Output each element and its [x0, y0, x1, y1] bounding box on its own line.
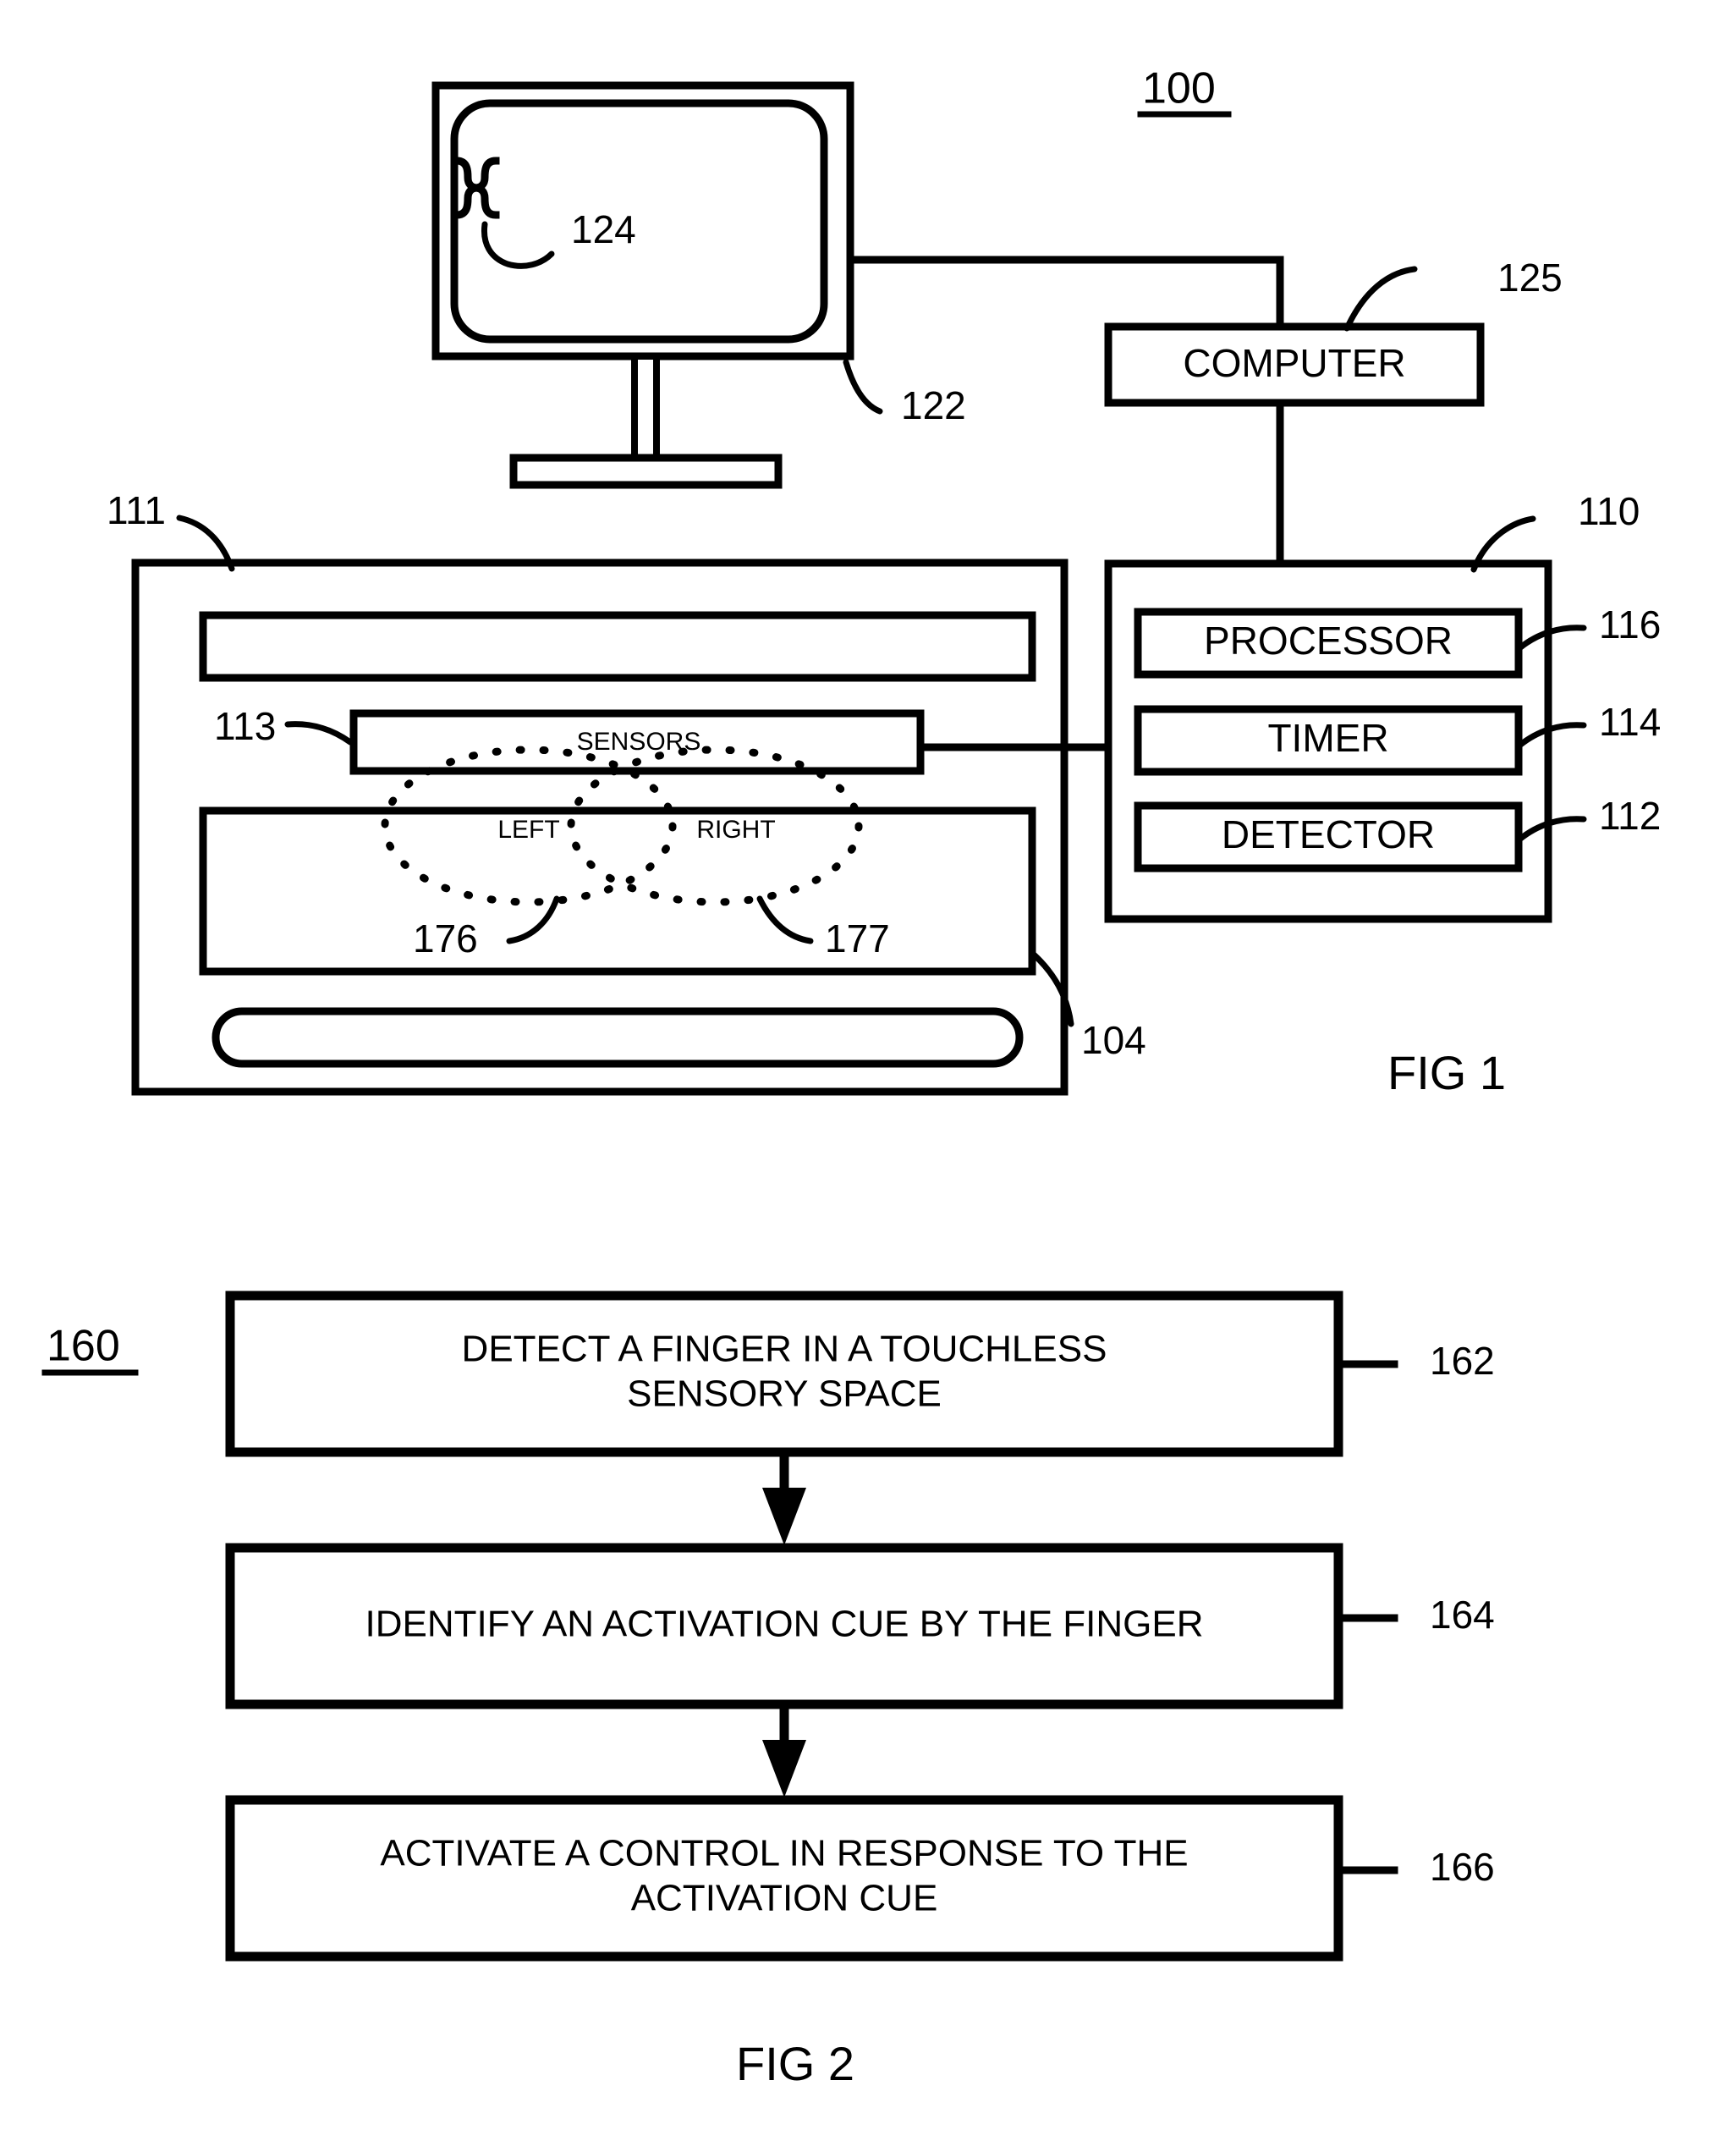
computer-ref-leader [1343, 266, 1418, 332]
flow-step-166: ACTIVATE A CONTROL IN RESPONSE TO THE AC… [225, 1795, 1495, 1962]
sensors-ref-number: 113 [214, 704, 276, 748]
timer-ref-number: 114 [1599, 700, 1661, 744]
detector-label: DETECTOR [1222, 812, 1435, 856]
figures-canvas: 100 124 122 COMPUTER 125 110 PROCESSOR 1… [41, 64, 1661, 2090]
monitor-ref-number: 122 [901, 383, 966, 427]
device-keypad-box [199, 806, 1036, 976]
processor-ref-number: 116 [1599, 603, 1661, 647]
monitor-screen [450, 99, 828, 344]
figure-2-ref-number: 160 [47, 1322, 120, 1371]
patent-figure-sheet: 100 124 122 COMPUTER 125 110 PROCESSOR 1… [0, 0, 1736, 2130]
device-ref-number: 111 [107, 488, 166, 532]
flow-162-ref-number: 162 [1430, 1339, 1495, 1383]
figure-1-title-ref: 100 [1137, 64, 1232, 118]
figure-1-ref-number: 100 [1142, 64, 1216, 113]
flow-box-detect-line-2: SENSORY SPACE [627, 1373, 942, 1415]
flow-box-activate-line-1: ACTIVATE A CONTROL IN RESPONSE TO THE [380, 1833, 1188, 1874]
controller-box-group: 110 PROCESSOR 116 TIMER 114 DETECTOR 112 [1104, 489, 1661, 923]
processor-label: PROCESSOR [1204, 619, 1453, 663]
timer-label: TIMER [1267, 716, 1388, 760]
controller-ref-number: 110 [1578, 489, 1640, 533]
flow-box-activate-line-2: ACTIVATION CUE [631, 1878, 938, 1919]
detector-ref-number: 112 [1599, 794, 1661, 838]
figure-1-label: FIG 1 [1387, 1046, 1506, 1099]
monitor-ref-leader [843, 359, 883, 415]
display-monitor: 124 122 [431, 81, 966, 489]
figure-1-group: 100 124 122 COMPUTER 125 110 PROCESSOR 1… [107, 64, 1661, 1099]
monitor-neck [631, 353, 660, 461]
figure-2-label: FIG 2 [736, 2037, 854, 2090]
computer-ref-number: 125 [1497, 256, 1563, 300]
right-zone-label: RIGHT [696, 816, 775, 844]
left-zone-label: LEFT [497, 816, 559, 844]
flow-step-164: IDENTIFY AN ACTIVATION CUE BY THE FINGER… [225, 1543, 1495, 1709]
device-body-group: 111 SENSORS 113 104 LEFT 176 RIGHT 177 [107, 488, 1146, 1096]
computer-box-group: COMPUTER 125 [1104, 256, 1563, 407]
monitor-base [509, 454, 783, 489]
flow-arrow-1 [762, 1447, 806, 1545]
cursor-ref-number: 124 [571, 207, 636, 251]
figure-2-title-ref: 160 [41, 1322, 139, 1376]
keypad-ref-number: 104 [1081, 1018, 1146, 1062]
computer-box-label: COMPUTER [1183, 341, 1405, 385]
device-display-strip [199, 611, 1036, 682]
flow-164-ref-number: 164 [1430, 1593, 1495, 1637]
figure-2-group: 160 DETECT A FINGER IN A TOUCHLESS SENSO… [41, 1291, 1495, 2090]
device-spacebar [212, 1007, 1024, 1068]
right-zone-ref-number: 177 [825, 916, 890, 960]
flow-box-identify-line-1: IDENTIFY AN ACTIVATION CUE BY THE FINGER [365, 1604, 1204, 1645]
flow-box-detect-line-1: DETECT A FINGER IN A TOUCHLESS [462, 1329, 1107, 1370]
flow-166-ref-number: 166 [1430, 1845, 1495, 1889]
flow-step-162: DETECT A FINGER IN A TOUCHLESS SENSORY S… [225, 1291, 1495, 1457]
flow-arrow-2 [762, 1699, 806, 1797]
left-zone-ref-number: 176 [413, 916, 478, 960]
monitor-to-computer-wire [846, 256, 1284, 334]
